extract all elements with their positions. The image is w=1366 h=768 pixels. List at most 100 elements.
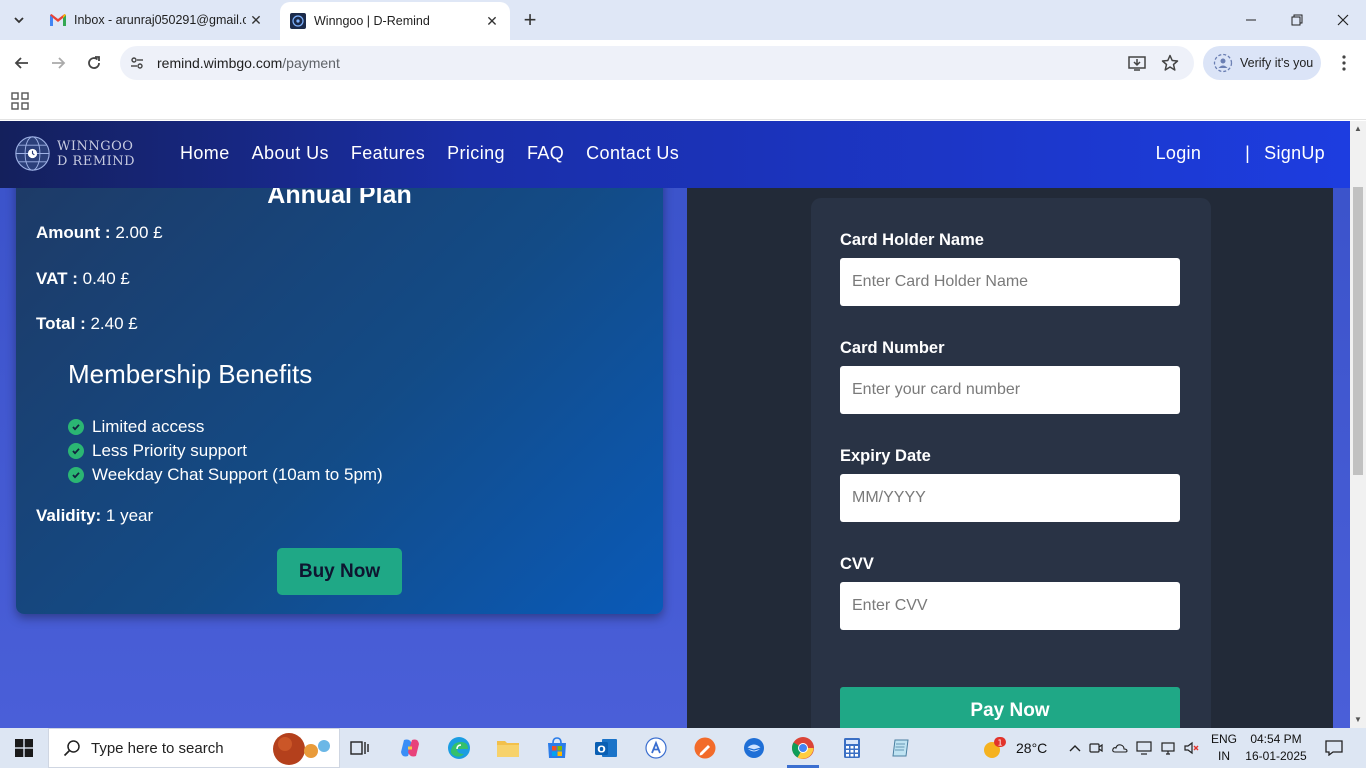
nav-contact-us[interactable]: Contact Us: [586, 143, 679, 164]
globe-logo-icon: [15, 136, 50, 171]
nav-faq[interactable]: FAQ: [527, 143, 564, 164]
file-explorer-app[interactable]: [488, 732, 528, 764]
nav-pricing[interactable]: Pricing: [447, 143, 505, 164]
notepad-icon: [892, 739, 909, 757]
calculator-app[interactable]: [832, 732, 872, 764]
chrome-icon: [792, 737, 814, 759]
reload-button[interactable]: [82, 51, 106, 75]
outlook-app[interactable]: O: [586, 732, 626, 764]
validity-value: 1 year: [105, 506, 154, 525]
new-tab-button[interactable]: +: [518, 7, 542, 32]
show-hidden-icons-icon[interactable]: [1066, 744, 1084, 752]
weather-temp: 28°C: [1016, 740, 1048, 756]
close-window-button[interactable]: [1320, 0, 1366, 40]
vat-row: VAT : 0.40 £: [36, 269, 130, 289]
buy-now-button[interactable]: Buy Now: [277, 548, 402, 595]
arrow-left-icon: [14, 57, 28, 69]
check-circle-icon: [68, 467, 84, 483]
display-icon[interactable]: [1132, 741, 1156, 755]
nav-home[interactable]: Home: [180, 143, 230, 164]
benefit-item: Less Priority support: [68, 439, 383, 463]
winngoo-icon: [290, 13, 306, 29]
validity-row: Validity: 1 year: [36, 506, 153, 526]
thunderbird-icon: [744, 738, 764, 758]
tab-search-button[interactable]: [7, 8, 31, 32]
login-link[interactable]: Login: [1156, 143, 1202, 164]
cvv-input[interactable]: [840, 582, 1180, 630]
verify-label: Verify it's you: [1240, 56, 1314, 70]
pay-now-button[interactable]: Pay Now: [840, 687, 1180, 728]
plan-card: Annual Plan Amount : 2.00 £ VAT : 0.40 £…: [16, 161, 663, 614]
scroll-down-icon[interactable]: ▼: [1353, 715, 1363, 725]
input-language[interactable]: ENG IN: [1208, 731, 1240, 765]
meet-now-icon[interactable]: [1084, 741, 1108, 755]
weather-widget[interactable]: 1 28°C: [980, 728, 1047, 768]
scrollbar-thumb[interactable]: [1353, 187, 1363, 475]
notification-center-button[interactable]: [1322, 728, 1346, 768]
nav-about-us[interactable]: About Us: [252, 143, 329, 164]
page-scrollbar[interactable]: ▲ ▼: [1350, 121, 1366, 728]
site-info-icon[interactable]: [129, 55, 145, 76]
start-button[interactable]: [0, 728, 48, 768]
copilot-app[interactable]: [390, 732, 430, 764]
volume-muted-icon[interactable]: [1180, 741, 1204, 755]
address-bar[interactable]: remind.wimbgo.com/payment: [120, 46, 1194, 80]
install-app-icon[interactable]: [1128, 54, 1146, 77]
reload-icon: [88, 56, 100, 69]
search-highlight-planets-icon: [273, 733, 330, 765]
amount-value: 2.00 £: [115, 223, 163, 242]
edge-app[interactable]: [439, 732, 479, 764]
apps-grid-icon[interactable]: [11, 92, 29, 110]
browser-tab-strip: Inbox - arunraj050291@gmail.c ✕ Winngoo …: [0, 0, 1366, 40]
taskbar-search[interactable]: Type here to search: [48, 728, 340, 768]
card-number-input[interactable]: [840, 366, 1180, 414]
forward-button[interactable]: [46, 51, 70, 75]
network-icon[interactable]: [1156, 741, 1180, 755]
close-icon[interactable]: ✕: [246, 10, 266, 30]
weather-sun-icon: 1: [984, 737, 1006, 758]
minimize-button[interactable]: [1228, 0, 1274, 40]
restore-button[interactable]: [1274, 0, 1320, 40]
expiry-date-input[interactable]: [840, 474, 1180, 522]
total-row: Total : 2.40 £: [36, 314, 138, 334]
back-button[interactable]: [10, 51, 34, 75]
validity-label: Validity:: [36, 506, 102, 525]
restore-icon: [1291, 14, 1303, 26]
cvv-label: CVV: [840, 555, 874, 573]
tab-gmail-inbox[interactable]: Inbox - arunraj050291@gmail.c ✕: [40, 0, 274, 40]
task-view-button[interactable]: [340, 732, 380, 764]
notification-icon: [1325, 740, 1343, 756]
total-value: 2.40 £: [90, 314, 138, 333]
minimize-icon: [1246, 19, 1256, 21]
pen-app[interactable]: [685, 732, 725, 764]
bookmark-star-icon[interactable]: [1161, 54, 1179, 77]
scroll-up-icon[interactable]: ▲: [1353, 124, 1363, 134]
amount-row: Amount : 2.00 £: [36, 223, 163, 243]
weather-badge: 1: [997, 739, 1002, 748]
taskbar-clock[interactable]: 04:54 PM 16-01-2025: [1242, 731, 1310, 765]
check-circle-icon: [68, 419, 84, 435]
signup-link[interactable]: SignUp: [1264, 143, 1325, 164]
microsoft-store-app[interactable]: [537, 732, 577, 764]
card-holder-input[interactable]: [840, 258, 1180, 306]
check-circle-icon: [68, 443, 84, 459]
card-number-label: Card Number: [840, 339, 945, 357]
bookmarks-bar: [0, 86, 1366, 120]
thunderbird-app[interactable]: [734, 732, 774, 764]
browser-menu-button[interactable]: [1332, 51, 1356, 75]
verify-identity-chip[interactable]: Verify it's you: [1203, 46, 1321, 80]
benefit-text: Limited access: [92, 417, 205, 436]
app-store-icon: [645, 737, 667, 759]
onedrive-icon[interactable]: [1108, 742, 1132, 754]
nav-features[interactable]: Features: [351, 143, 425, 164]
vat-label: VAT :: [36, 269, 78, 288]
close-icon[interactable]: ✕: [482, 11, 502, 31]
tab-winngoo-dremind[interactable]: Winngoo | D-Remind ✕: [280, 2, 510, 40]
chrome-app[interactable]: [783, 732, 823, 768]
notepad-app[interactable]: [881, 732, 921, 764]
app-store-app[interactable]: [636, 732, 676, 764]
site-logo[interactable]: WINNGOO D REMIND: [14, 135, 135, 172]
browser-toolbar: remind.wimbgo.com/payment Verify it's yo…: [0, 40, 1366, 86]
store-icon: [548, 737, 566, 758]
benefit-text: Weekday Chat Support (10am to 5pm): [92, 465, 383, 484]
